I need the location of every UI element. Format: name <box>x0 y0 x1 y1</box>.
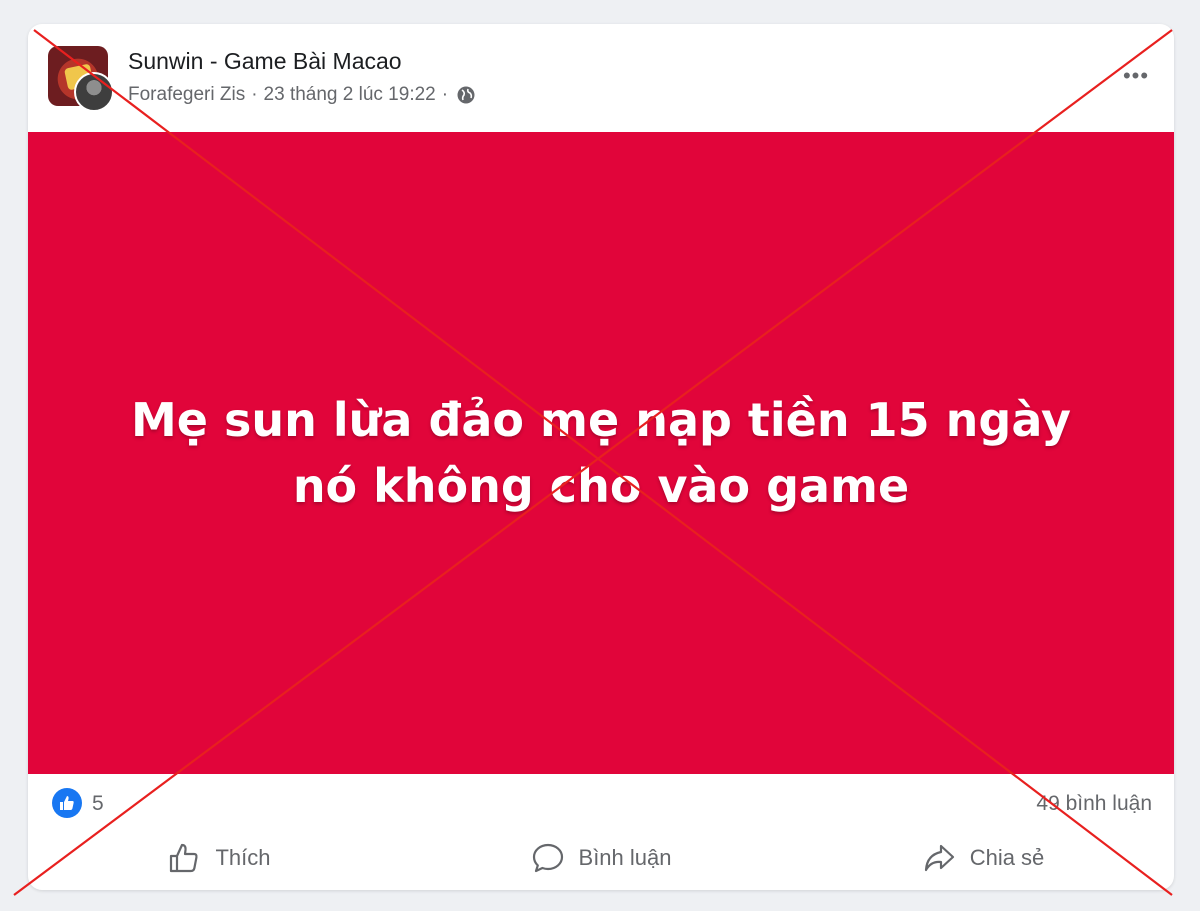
like-button[interactable]: Thích <box>28 832 410 884</box>
thumbs-up-icon <box>170 843 199 873</box>
screenshot-stage: Sunwin - Game Bài Macao Forafegeri Zis ·… <box>0 0 1200 911</box>
like-count[interactable]: 5 <box>92 792 104 816</box>
meta-separator-2: · <box>441 84 449 105</box>
more-options-icon[interactable]: ••• <box>1118 58 1154 94</box>
globe-icon[interactable] <box>456 85 476 105</box>
comment-bubble-icon <box>532 843 563 873</box>
author-name-link[interactable]: Forafegeri Zis <box>128 84 245 106</box>
page-name-link[interactable]: Sunwin - Game Bài Macao <box>128 48 402 75</box>
share-arrow-icon <box>924 844 954 872</box>
post-header: Sunwin - Game Bài Macao Forafegeri Zis ·… <box>28 24 1174 132</box>
share-button-label: Chia sẻ <box>969 845 1045 870</box>
comment-button-label: Bình luận <box>578 845 672 870</box>
comment-button[interactable]: Bình luận <box>410 832 792 884</box>
comment-count-link[interactable]: 49 bình luận <box>1036 792 1152 816</box>
post-stats: 5 49 bình luận <box>28 786 1174 822</box>
facebook-post-card: Sunwin - Game Bài Macao Forafegeri Zis ·… <box>28 24 1174 890</box>
like-button-label: Thích <box>215 845 271 870</box>
post-timestamp-link[interactable]: 23 tháng 2 lúc 19:22 <box>264 84 436 106</box>
like-reaction-icon[interactable] <box>52 788 82 818</box>
post-meta: Forafegeri Zis · 23 tháng 2 lúc 19:22 · <box>128 84 476 106</box>
author-avatar[interactable] <box>74 72 114 112</box>
post-image[interactable]: Mẹ sun lừa đảo mẹ nạp tiền 15 ngày nó kh… <box>28 132 1174 774</box>
share-button[interactable]: Chia sẻ <box>792 832 1174 884</box>
post-action-bar: Thích Bình luận Chia sẻ <box>28 832 1174 884</box>
post-image-text: Mẹ sun lừa đảo mẹ nạp tiền 15 ngày nó kh… <box>131 393 1071 513</box>
meta-separator: · <box>251 84 258 105</box>
